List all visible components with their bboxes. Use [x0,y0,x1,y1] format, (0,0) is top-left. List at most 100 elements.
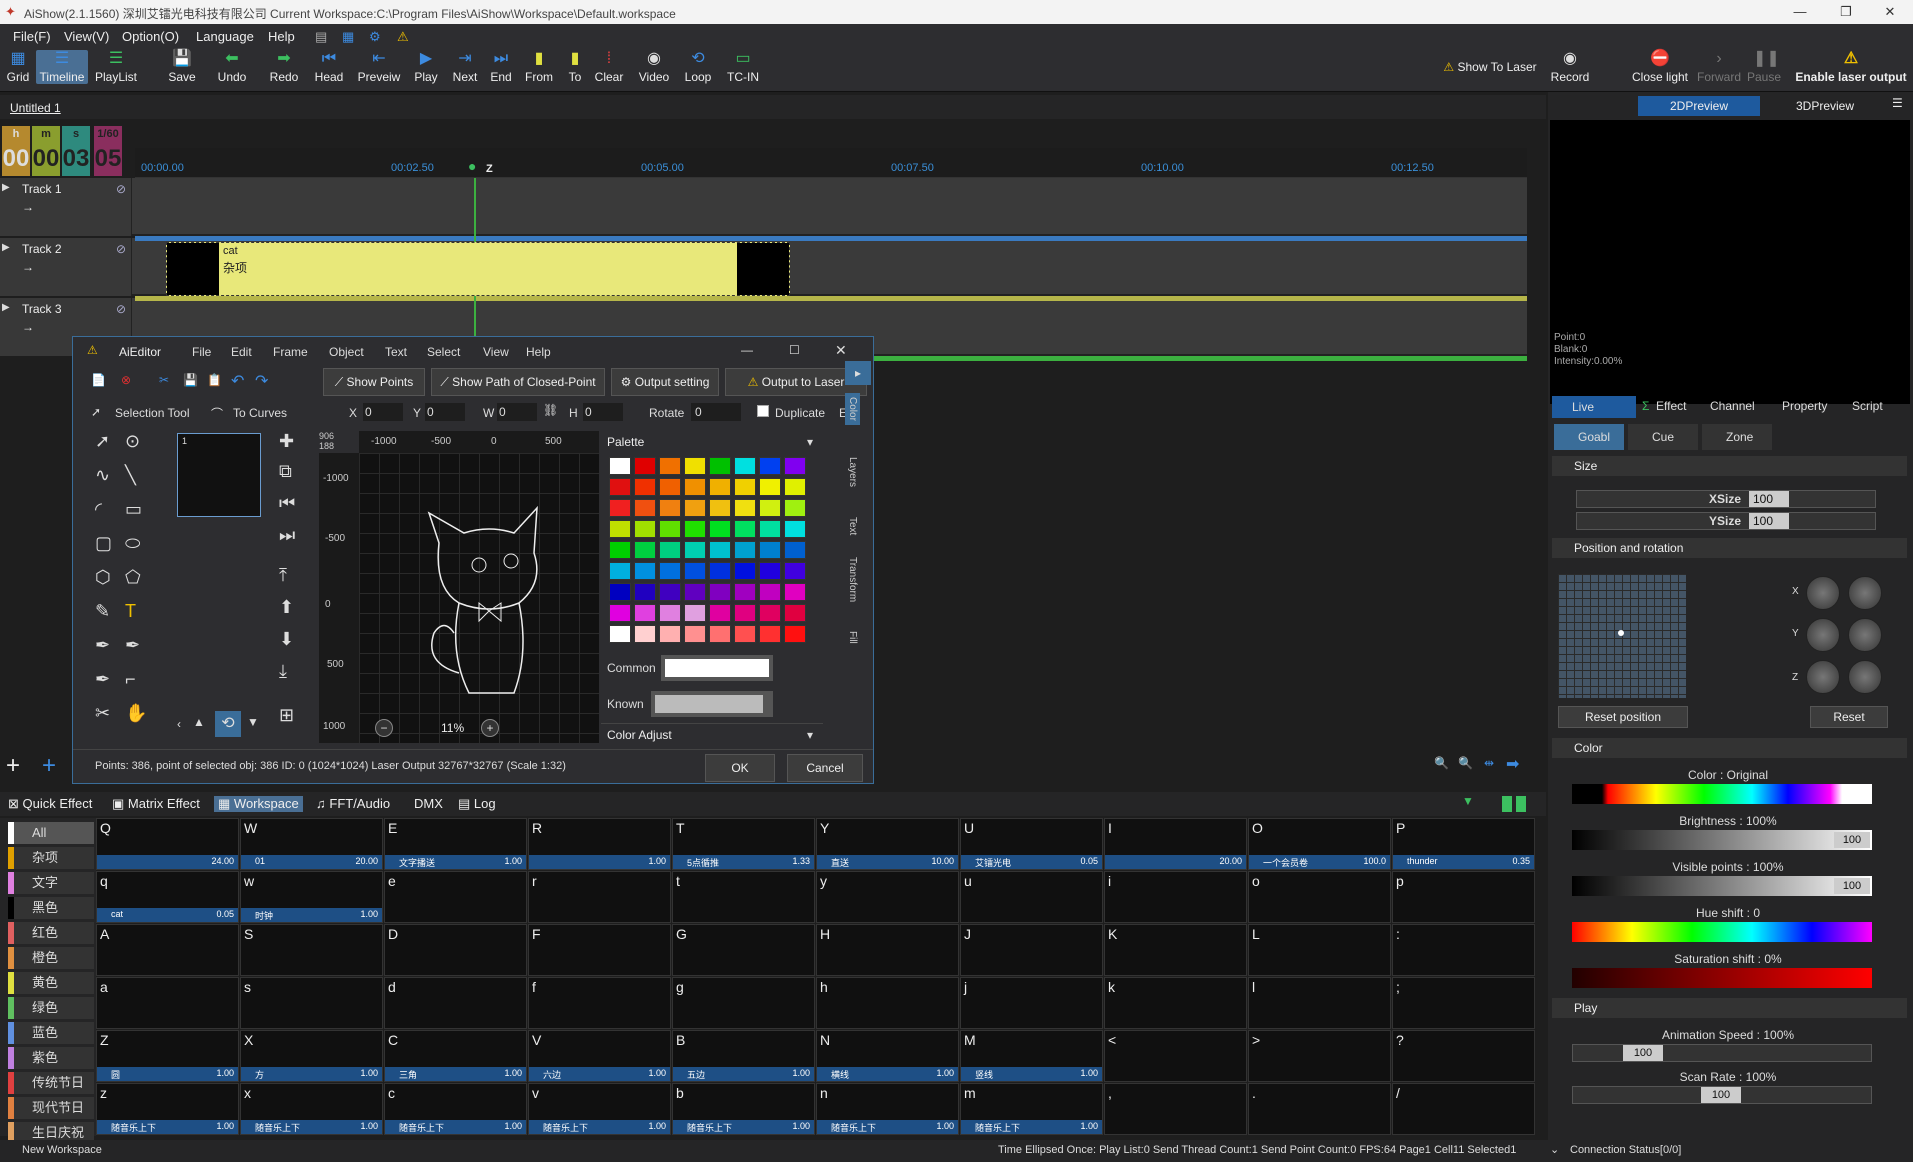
color-swatch[interactable] [784,625,806,643]
playhead-marker-icon[interactable]: ● [468,158,476,174]
pencil-icon[interactable]: ✎ [95,601,110,622]
export-frame-icon[interactable]: ⊞ [279,705,294,726]
polygon-icon[interactable]: ⬠ [125,567,141,588]
cue-cell[interactable]: < [1104,1030,1247,1082]
cue-cell[interactable]: w 时钟 1.00 [240,871,383,923]
color-swatch[interactable] [734,541,756,559]
cue-cell[interactable]: H [816,924,959,976]
tab-untitled-1[interactable]: Untitled 1 [10,101,61,115]
tab-dmx[interactable]: DMX [414,796,443,811]
panel-expand-icon[interactable]: ▸ [845,361,871,385]
color-swatch[interactable] [684,541,706,559]
cue-cell[interactable]: Y 直送 10.00 [816,818,959,870]
cue-cell[interactable]: q cat 0.05 [96,871,239,923]
tab-log[interactable]: ▤ Log [458,796,496,812]
warning-icon[interactable]: ⚠ [397,29,409,45]
cue-cell[interactable]: T 5点循推 1.33 [672,818,815,870]
pause-button[interactable]: ❚❚ Pause [1746,50,1782,84]
color-swatch[interactable] [609,583,631,601]
zoom-in-icon[interactable]: + [481,719,499,737]
cue-cell[interactable]: p [1392,871,1535,923]
y-offset-knob[interactable] [1848,618,1882,652]
save-icon[interactable]: 💾 [183,373,198,387]
settings-icon[interactable]: ⚙ [369,29,381,45]
color-swatch[interactable] [759,478,781,496]
color-swatch[interactable] [609,499,631,517]
palette-header[interactable]: Palette ▾ [601,431,823,453]
color-swatch[interactable] [634,604,656,622]
cue-cell[interactable]: g [672,977,815,1029]
color-swatch[interactable] [709,583,731,601]
side-tab-color[interactable]: Color [845,393,860,425]
color-swatch[interactable] [659,583,681,601]
restore-icon[interactable]: ❐ [1823,0,1869,24]
color-swatch[interactable] [609,604,631,622]
color-swatch[interactable] [734,457,756,475]
editor-menu-file[interactable]: File [192,345,211,359]
track-header[interactable]: ▶ Track 1 → ⊘ [0,178,132,236]
close-icon[interactable]: ✕ [835,342,847,359]
editor-menu-help[interactable]: Help [526,345,551,359]
color-swatch[interactable] [759,520,781,538]
cut-icon[interactable]: ✂ [159,373,169,387]
reset-position-button[interactable]: Reset position [1558,706,1688,728]
category-item[interactable]: 现代节日 [8,1097,94,1119]
color-swatch[interactable] [659,478,681,496]
x-rotation-knob[interactable] [1806,576,1840,610]
move-bottom-icon[interactable]: ⤓ [279,661,287,682]
color-swatch[interactable] [609,625,631,643]
selection-tool-label[interactable]: Selection Tool [115,406,190,420]
new-file-icon[interactable]: 📄 [91,373,106,387]
cue-cell[interactable]: k [1104,977,1247,1029]
cue-cell[interactable]: n 随音乐上下 1.00 [816,1083,959,1135]
size-section[interactable]: Size [1552,456,1907,476]
show-closed-path-button[interactable]: ⟋ Show Path of Closed-Point [431,368,605,396]
cue-cell[interactable]: A [96,924,239,976]
play-button[interactable]: ▶ Play [410,50,442,84]
editor-menu-view[interactable]: View [483,345,509,359]
cue-cell[interactable]: v 随音乐上下 1.00 [528,1083,671,1135]
cue-cell[interactable]: t [672,871,815,923]
category-item[interactable]: 文字 [8,872,94,894]
w-input[interactable]: 0 [497,403,537,421]
expand-icon[interactable]: ▶ [2,182,10,193]
color-swatch[interactable] [784,457,806,475]
cue-cell[interactable]: o [1248,871,1391,923]
color-swatch[interactable] [734,625,756,643]
cue-cell[interactable]: d [384,977,527,1029]
color-swatch[interactable] [709,520,731,538]
cue-cell[interactable]: G [672,924,815,976]
color-swatch[interactable] [659,520,681,538]
delete-icon[interactable]: ⊗ [121,373,131,387]
color-swatch[interactable] [759,625,781,643]
color-swatch[interactable] [634,541,656,559]
grid-button[interactable]: ▦ Grid [4,50,32,84]
menu-option[interactable]: Option(O) [122,29,179,44]
duplicate-checkbox[interactable] [757,405,769,417]
redo-icon[interactable]: ↷ [255,371,268,391]
layout-icon[interactable]: ▤ [315,29,327,45]
editor-menu-select[interactable]: Select [427,345,460,359]
undo-button[interactable]: ⬅ Undo [212,50,252,84]
editor-menu-edit[interactable]: Edit [231,345,252,359]
chevron-down-icon[interactable]: ⌄ [1550,1143,1559,1156]
zoom-in-icon[interactable]: 🔍 [1434,756,1449,770]
cue-cell[interactable]: : [1392,924,1535,976]
color-swatch[interactable] [784,520,806,538]
cue-cell[interactable]: M 竖线 1.00 [960,1030,1103,1082]
add-multi-track-icon[interactable]: + [42,752,56,780]
cue-cell[interactable]: z 随音乐上下 1.00 [96,1083,239,1135]
menu-help[interactable]: Help [268,29,295,44]
category-item[interactable]: 红色 [8,922,94,944]
tab-live-control[interactable]: Live Control [1552,396,1636,436]
color-swatch[interactable] [759,562,781,580]
y-rotation-knob[interactable] [1806,618,1840,652]
enable-laser-button[interactable]: ⚠ Enable laser output [1790,50,1912,84]
cue-cell[interactable]: c 随音乐上下 1.00 [384,1083,527,1135]
chevron-left-icon[interactable]: ‹ [177,717,181,731]
z-rotation-knob[interactable] [1806,660,1840,694]
last-frame-icon[interactable]: ⏭ [279,525,295,546]
xsize-slider[interactable]: XSize 100 [1576,490,1876,508]
zoom-out-icon[interactable]: − [375,719,393,737]
color-swatch[interactable] [684,457,706,475]
